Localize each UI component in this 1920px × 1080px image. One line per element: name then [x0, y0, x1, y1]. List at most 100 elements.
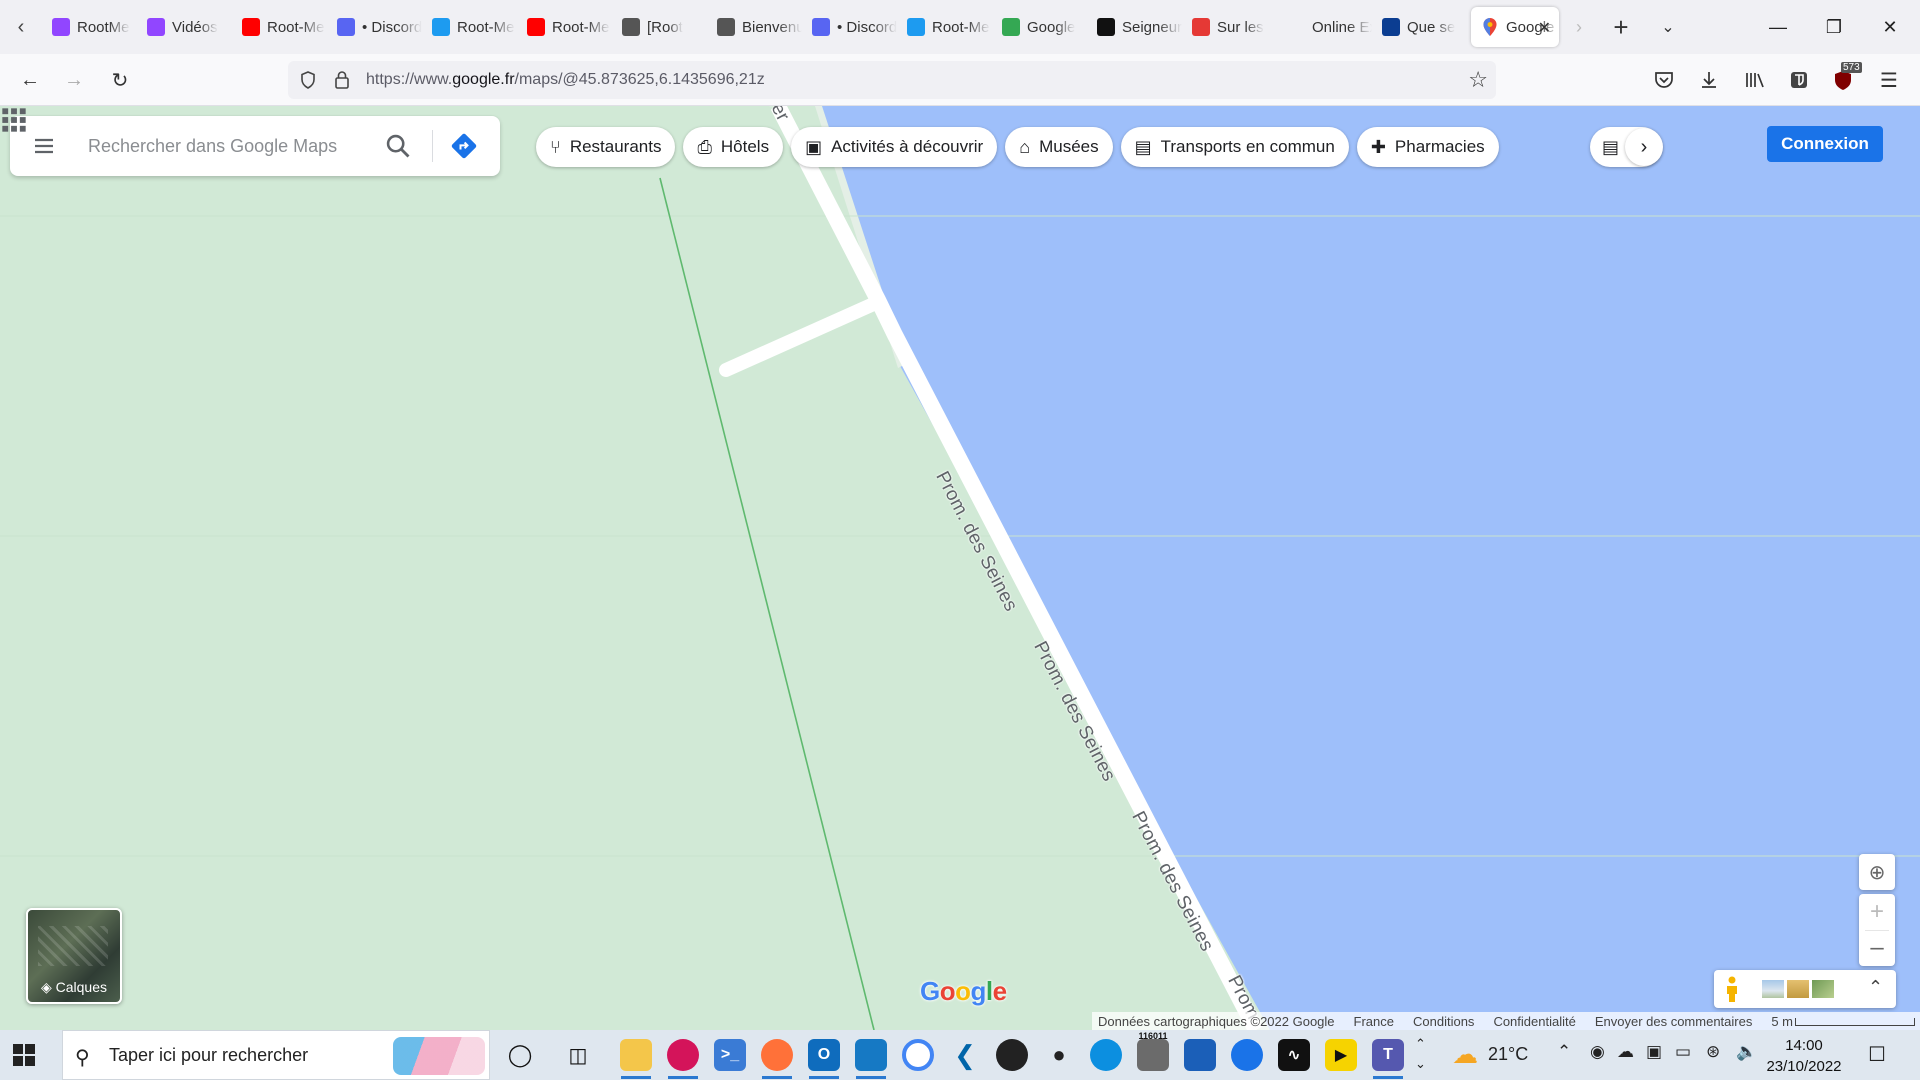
browser-tab[interactable]: RootMe [42, 7, 137, 47]
chip-bed[interactable]: ⎙ Hôtels [683, 127, 784, 167]
task-view-icon[interactable]: ◫ [562, 1039, 594, 1071]
firefox-icon[interactable] [761, 1039, 793, 1071]
sync-icon[interactable]: ▣ [1646, 1042, 1662, 1062]
bookmark-star-icon[interactable]: ☆ [1468, 67, 1488, 93]
app-icon[interactable]: 116011 [1137, 1031, 1169, 1071]
audio-app-icon[interactable]: ∿ [1278, 1039, 1310, 1071]
vscode-icon[interactable]: ❮ [949, 1039, 981, 1071]
camera-icon[interactable]: ◉ [1590, 1042, 1605, 1062]
library-icon[interactable] [1739, 66, 1771, 94]
back-icon[interactable]: ← [14, 66, 46, 94]
imagery-thumb-icon[interactable] [1787, 980, 1809, 998]
google-apps-icon[interactable] [0, 106, 28, 134]
bitwarden-icon[interactable] [1783, 66, 1815, 94]
browser-tab[interactable]: • Discord [327, 7, 422, 47]
scroll-tabs-right-button[interactable]: › [1559, 17, 1599, 38]
teams-icon[interactable]: T [1372, 1039, 1404, 1071]
lock-icon[interactable] [333, 70, 351, 90]
search-icon[interactable] [384, 132, 412, 160]
temperature[interactable]: 21°C [1488, 1044, 1528, 1065]
attribution-country[interactable]: France [1354, 1014, 1394, 1029]
taskbar-search[interactable]: ⚲ Taper ici pour rechercher [62, 1030, 490, 1080]
time: 14:00 [1785, 1037, 1823, 1054]
player-icon[interactable]: ▶ [1325, 1039, 1357, 1071]
minimize-button[interactable]: — [1750, 0, 1806, 54]
app-icon[interactable] [667, 1039, 699, 1071]
sign-in-button[interactable]: Connexion [1767, 126, 1883, 162]
maps-icon[interactable] [1231, 1039, 1263, 1071]
maps-search-input[interactable] [88, 130, 378, 162]
browser-tab[interactable]: Seigneur [1087, 7, 1182, 47]
my-location-icon[interactable]: ⊕ [1859, 854, 1895, 890]
map-canvas[interactable]: ner Prom. des Seines Prom. des Seines Pr… [0, 106, 1920, 1030]
tray-scroll-icon[interactable]: ⌃ ⌄ [1415, 1034, 1426, 1074]
clock[interactable]: 14:00 23/10/2022 [1754, 1035, 1854, 1077]
imagery-thumb-icon[interactable] [1812, 980, 1834, 998]
feedback-link[interactable]: Envoyer des commentaires [1595, 1014, 1753, 1029]
wireshark-icon[interactable] [855, 1039, 887, 1071]
zoom-in-button[interactable]: + [1870, 895, 1884, 930]
linux-icon[interactable]: ● [1043, 1039, 1075, 1071]
reload-icon[interactable]: ↻ [104, 66, 136, 94]
app-icon[interactable] [996, 1039, 1028, 1071]
scale-control[interactable]: 5 m [1771, 1014, 1916, 1029]
notifications-icon[interactable]: ☐ [1868, 1042, 1886, 1067]
windows-start-icon[interactable] [12, 1043, 36, 1067]
scroll-tabs-left-button[interactable]: ‹ [0, 0, 42, 54]
restore-button[interactable]: ❐ [1806, 0, 1862, 54]
browser-tab[interactable]: • Discord [802, 7, 897, 47]
browser-tab[interactable]: Vidéos [137, 7, 232, 47]
battery-icon[interactable]: ▭ [1675, 1042, 1691, 1062]
pegman-icon[interactable] [1724, 976, 1740, 1002]
chip-pharmacy[interactable]: ✚ Pharmacies [1356, 127, 1499, 167]
cortana-icon[interactable]: ◯ [504, 1039, 536, 1071]
browser-tab[interactable]: [Root [612, 7, 707, 47]
browser-tab[interactable]: Sur les [1182, 7, 1277, 47]
app-icon[interactable] [1184, 1039, 1216, 1071]
outlook-icon[interactable]: O [808, 1039, 840, 1071]
weather-icon[interactable]: ☁ [1452, 1039, 1478, 1070]
url-text[interactable]: https://www.google.fr/maps/@45.873625,6.… [366, 71, 765, 89]
imagery-thumb-icon[interactable] [1762, 980, 1784, 998]
zoom-out-button[interactable]: – [1870, 931, 1883, 966]
tab-active[interactable]: Google Maps ✕ [1471, 7, 1559, 47]
menu-icon[interactable] [32, 134, 56, 158]
edge-icon[interactable] [1090, 1039, 1122, 1071]
browser-tab[interactable]: Root-Me [422, 7, 517, 47]
chips-next-icon[interactable]: › [1625, 128, 1663, 166]
show-hidden-icons[interactable]: ⌃ [1557, 1042, 1571, 1062]
browser-tab[interactable]: Online Exif [1277, 7, 1372, 47]
map-tiles[interactable] [0, 106, 1920, 1030]
forward-icon[interactable]: → [58, 66, 90, 94]
browser-tab[interactable]: Root-Me [897, 7, 992, 47]
close-tab-icon[interactable]: ✕ [1538, 18, 1551, 38]
chip-museum[interactable]: ⌂ Musées [1005, 127, 1113, 167]
browser-tab[interactable]: Bienvenue [707, 7, 802, 47]
wifi-icon[interactable]: ⊛ [1706, 1042, 1720, 1062]
onedrive-icon[interactable]: ☁ [1617, 1042, 1634, 1062]
close-window-button[interactable]: ✕ [1862, 0, 1918, 54]
chrome-icon[interactable] [902, 1039, 934, 1071]
pocket-icon[interactable] [1648, 66, 1680, 94]
new-tab-button[interactable]: + [1599, 12, 1643, 43]
download-icon[interactable] [1693, 66, 1725, 94]
ublock-icon[interactable]: 573 [1827, 62, 1862, 94]
chip-bus[interactable]: ▤ Transports en commun [1120, 127, 1349, 167]
chip-camera[interactable]: ▣ Activités à découvrir [791, 127, 998, 167]
terms-link[interactable]: Conditions [1413, 1014, 1474, 1029]
expand-up-icon[interactable]: ⌃ [1868, 977, 1883, 998]
layers-button[interactable]: ◈ Calques [26, 908, 122, 1004]
browser-tab[interactable]: Google [992, 7, 1087, 47]
file-explorer-icon[interactable] [620, 1039, 652, 1071]
browser-tab[interactable]: Root-Me [517, 7, 612, 47]
app-menu-icon[interactable]: ☰ [1873, 66, 1905, 94]
powershell-icon[interactable]: >_ [714, 1039, 746, 1071]
shield-icon[interactable] [298, 70, 318, 90]
address-bar[interactable]: https://www.google.fr/maps/@45.873625,6.… [288, 61, 1496, 99]
directions-icon[interactable] [450, 132, 478, 160]
privacy-link[interactable]: Confidentialité [1493, 1014, 1575, 1029]
chip-fork-knife[interactable]: ⑂ Restaurants [536, 127, 676, 167]
list-all-tabs-button[interactable]: ⌄ [1643, 17, 1693, 37]
browser-tab[interactable]: Que se [1372, 7, 1467, 47]
browser-tab[interactable]: Root-Me [232, 7, 327, 47]
